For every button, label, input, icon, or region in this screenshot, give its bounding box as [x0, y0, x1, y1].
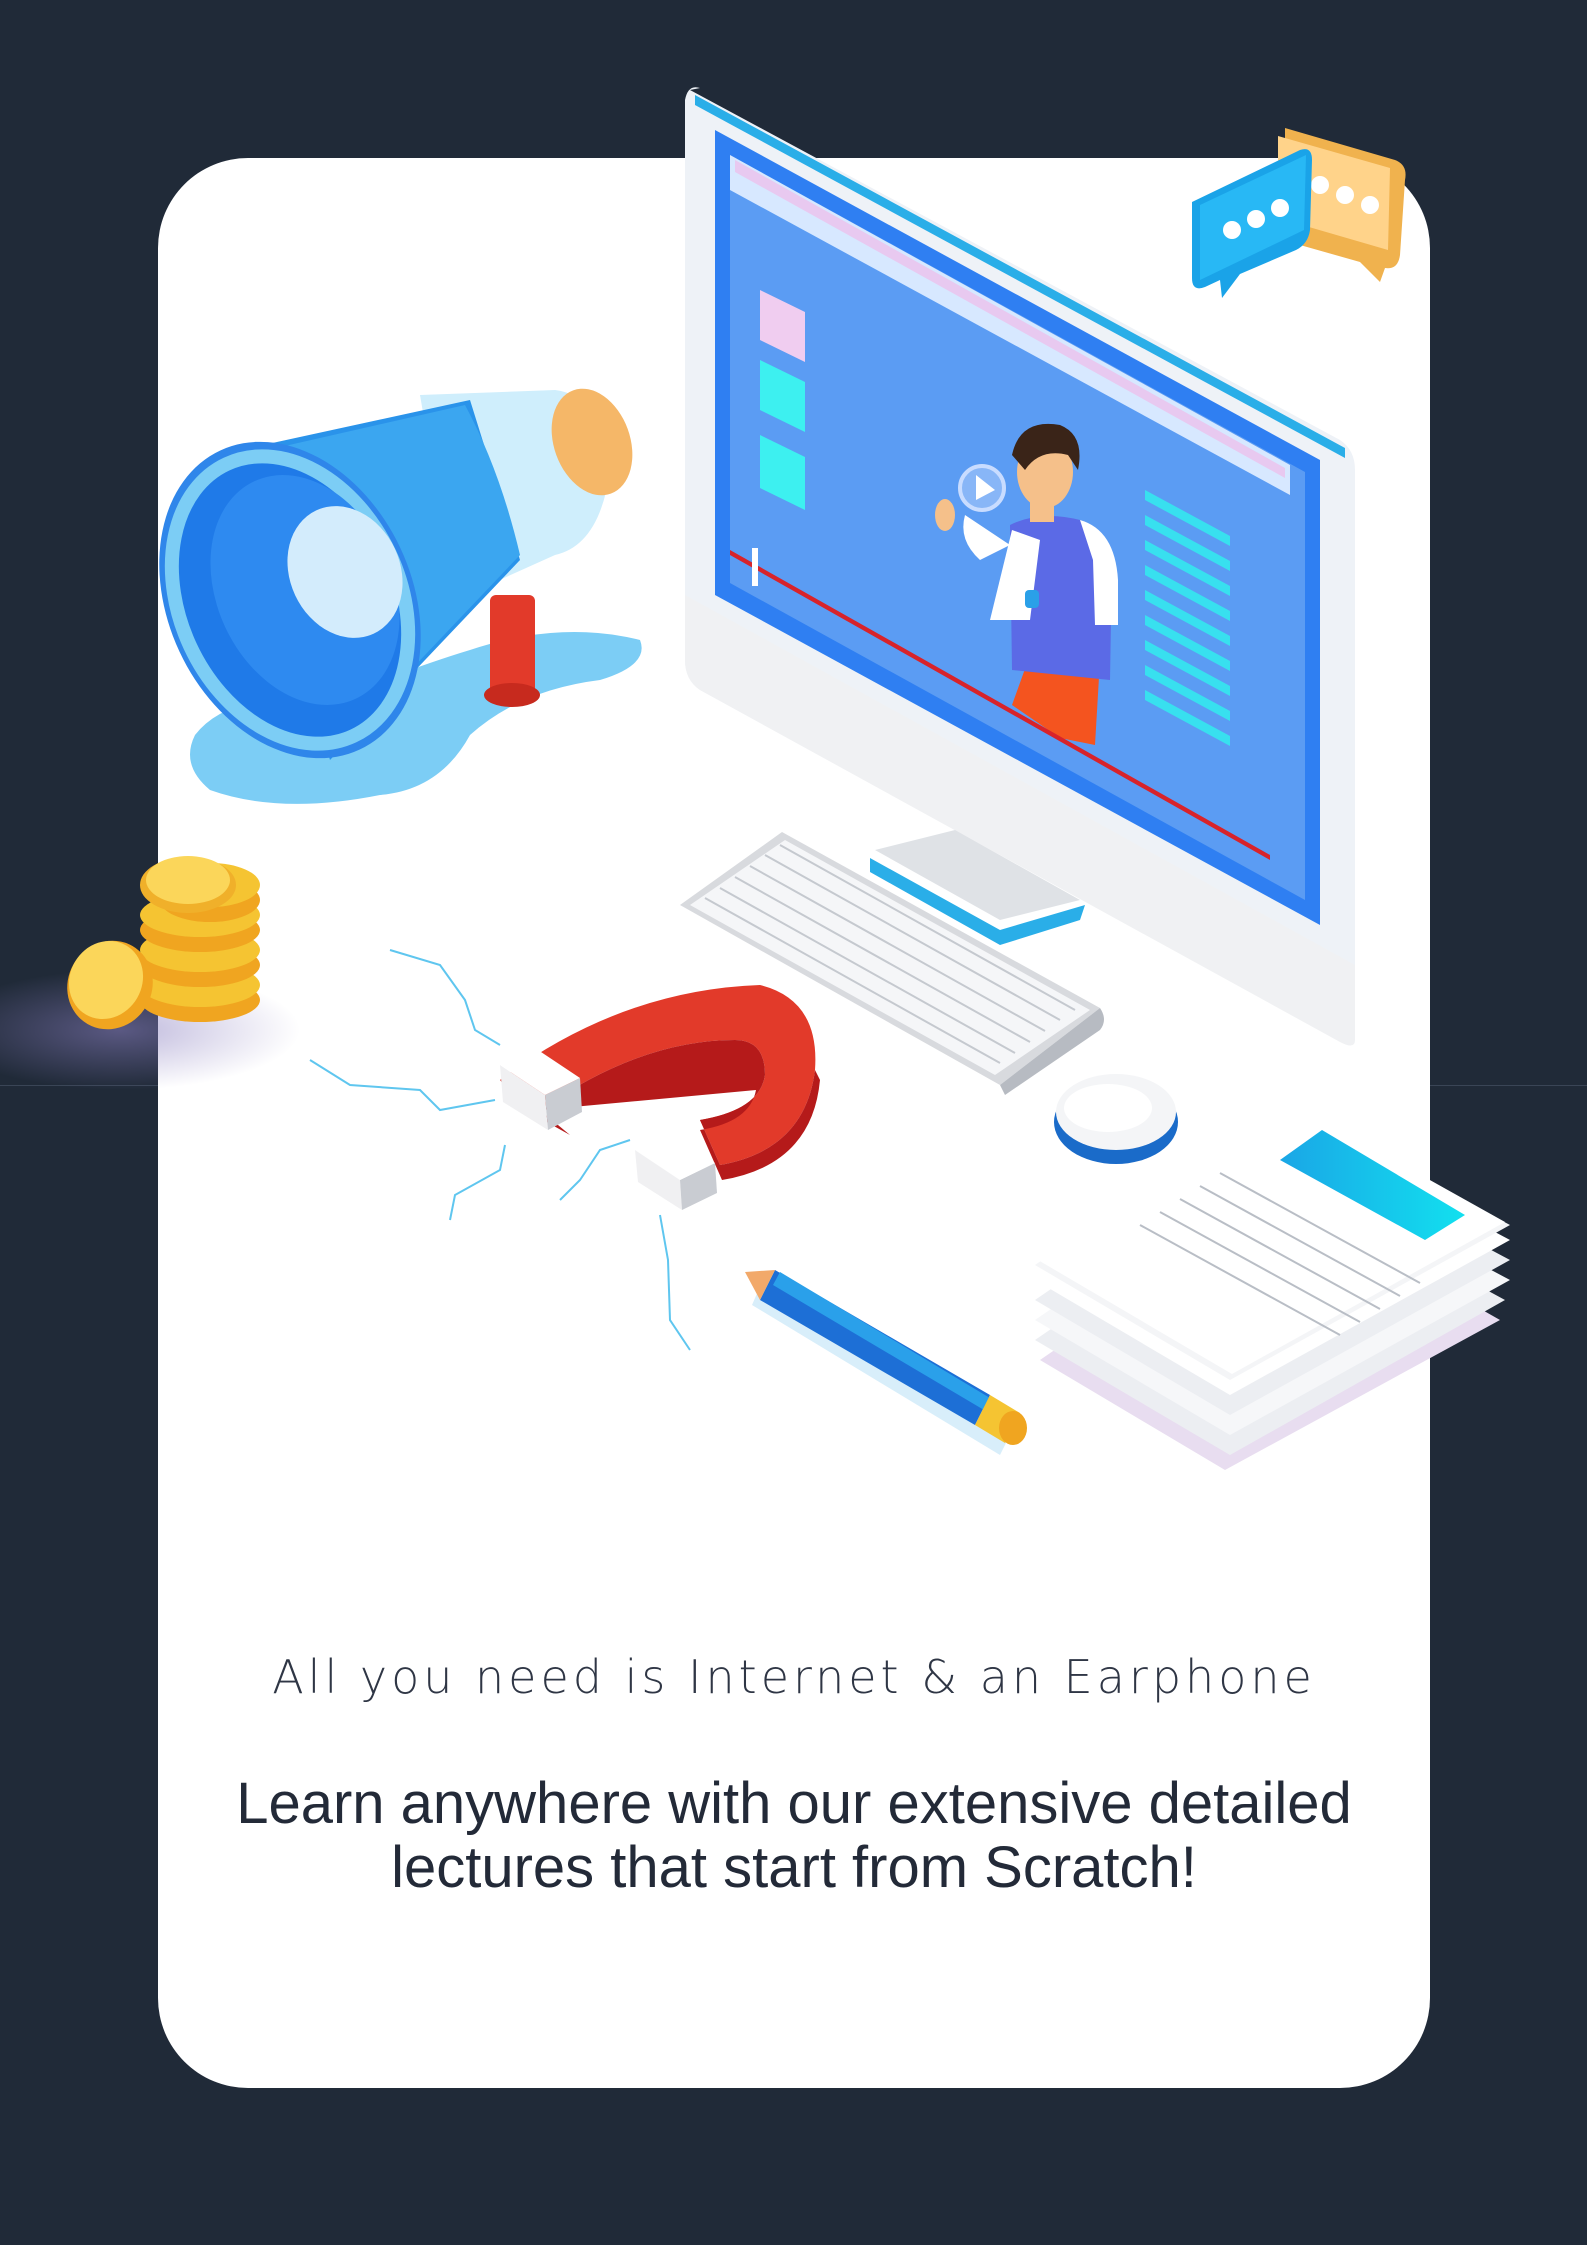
- tagline: All you need is Internet & an Earphone: [272, 1650, 1316, 1704]
- headline-line-2: lectures that start from Scratch!: [391, 1835, 1197, 1900]
- chat-bubbles-icon: [1192, 128, 1406, 298]
- magnet-icon: [309, 949, 820, 1351]
- megaphone-icon: [159, 388, 642, 804]
- hero-illustration: [0, 87, 1510, 1470]
- mouse-icon: [1054, 1074, 1178, 1164]
- headline: Learn anywhere with our extensive detail…: [158, 1772, 1430, 1900]
- coins-icon: [0, 856, 300, 1090]
- pencil-icon: [745, 1270, 1027, 1455]
- headline-line-1: Learn anywhere with our extensive detail…: [236, 1771, 1352, 1836]
